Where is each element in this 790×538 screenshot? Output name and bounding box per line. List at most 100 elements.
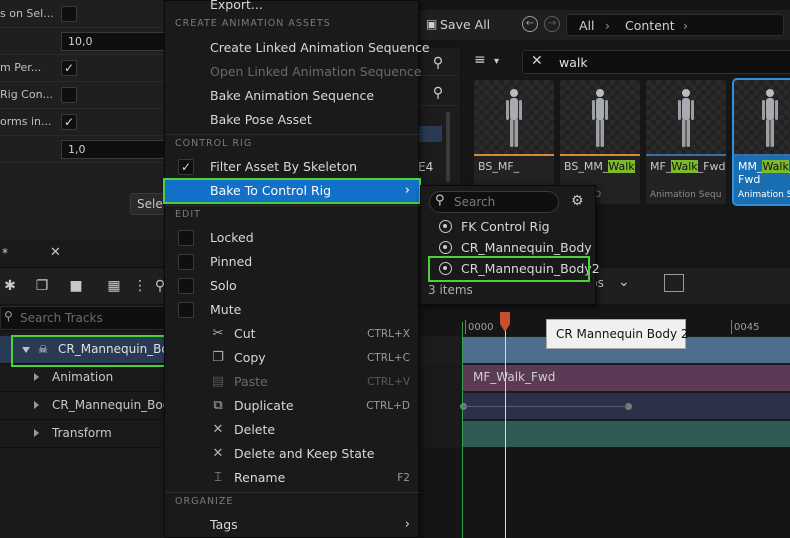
menu-item-solo[interactable]: Solo <box>165 274 420 298</box>
asset-type-bar <box>646 154 726 156</box>
menu-item-rename[interactable]: ⌶ Rename F2 <box>165 466 420 490</box>
menu-item-copy[interactable]: ❐ Copy CTRL+C <box>165 346 420 370</box>
submenu-search-input[interactable] <box>454 194 554 210</box>
start-marker-line <box>462 322 463 538</box>
menu-item-bake-to-control-rig[interactable]: Bake To Control Rig › <box>165 179 420 203</box>
details-checkbox[interactable] <box>61 6 77 22</box>
filter-bar: ≡ ▾ ✕ walk <box>470 50 790 74</box>
clapper-icon[interactable]: ▦ <box>104 277 124 295</box>
track-row-animation[interactable]: Animation <box>0 364 165 392</box>
shortcut-label: F2 <box>397 472 410 484</box>
submenu-item-cr-mannequin-body2[interactable]: CR_Mannequin_Body2 <box>429 259 600 279</box>
camera-icon[interactable]: ■ <box>66 277 86 295</box>
back-icon[interactable]: ← <box>522 16 538 32</box>
context-menu: Export... CREATE ANIMATION ASSETS Create… <box>164 0 430 538</box>
menu-item-locked[interactable]: Locked <box>165 226 420 250</box>
filter-icon[interactable]: ≡ <box>474 52 486 68</box>
expand-arrow-icon[interactable] <box>34 429 39 437</box>
gear-icon[interactable]: ⚙ <box>571 193 584 209</box>
asset-name: MM_Walk_Fwd <box>738 160 790 186</box>
menu-item-create-linked-anim-seq[interactable]: Create Linked Animation Sequence <box>165 36 430 60</box>
tick-label: 0045 <box>730 320 760 334</box>
control-rig-keys-section[interactable] <box>460 393 790 419</box>
add-track-icon[interactable]: ✱ <box>0 277 20 295</box>
control-rig-submenu: ⚲ ⚙ FK Control Rig CR_Mannequin_Body CR_… <box>420 185 600 305</box>
expand-arrow-icon[interactable] <box>34 401 39 409</box>
browse-folder-icon[interactable]: ❐ <box>32 277 52 295</box>
asset-search-input[interactable]: ✕ walk <box>522 50 790 74</box>
search-tracks-input[interactable]: ⚲ Search Tracks <box>0 306 165 330</box>
menu-item-bake-anim-seq[interactable]: Bake Animation Sequence <box>165 84 420 108</box>
asset-tile-selected[interactable]: MM_Walk_Fwd Animation Se <box>732 78 790 206</box>
submenu-item-fk-control-rig[interactable]: FK Control Rig <box>429 217 593 237</box>
details-row-label: s on Sel... <box>0 7 54 20</box>
search-icon[interactable]: ⚲ <box>418 80 458 106</box>
menu-item-pinned[interactable]: Pinned <box>165 250 420 274</box>
track-row-cr-mannequin-body[interactable]: ☠ CR_Mannequin_Bod <box>0 336 176 364</box>
asset-name: BS_MM_Walk <box>564 160 635 173</box>
details-row-label: Rig Con... <box>0 88 54 101</box>
timeline-lane-transform[interactable] <box>418 420 790 448</box>
shortcut-label: CTRL+X <box>367 328 410 340</box>
save-all-button[interactable]: Save All <box>440 17 490 32</box>
asset-search-value: walk <box>559 55 588 70</box>
details-checkbox[interactable] <box>61 87 77 103</box>
clear-icon[interactable]: ✕ <box>531 53 543 69</box>
menu-item-cut[interactable]: ✂ Cut CTRL+X <box>165 322 420 346</box>
details-checkbox[interactable]: ✓ <box>61 60 77 76</box>
menu-item-filter-by-skeleton[interactable]: ✓ Filter Asset By Skeleton <box>165 155 420 179</box>
mannequin-icon <box>678 89 694 147</box>
timeline-lane-control-rig-sub[interactable] <box>418 392 790 420</box>
details-row-label: m Per... <box>0 61 42 74</box>
transform-section[interactable] <box>463 421 790 447</box>
animation-section[interactable]: MF_Walk_Fwd <box>463 365 790 391</box>
menu-item-mute[interactable]: Mute <box>165 298 420 322</box>
track-name: Transform <box>52 426 112 440</box>
chevron-down-icon[interactable]: ⌄ <box>618 274 630 290</box>
menu-item-bake-pose-asset[interactable]: Bake Pose Asset <box>165 108 420 132</box>
submenu-search[interactable]: ⚲ <box>429 191 559 213</box>
track-row-cr-mannequin-body-sub[interactable]: CR_Mannequin_Body <box>0 392 177 420</box>
collapse-arrow-icon[interactable] <box>22 347 30 353</box>
details-number-field[interactable]: 1,0 <box>61 140 171 159</box>
details-row: Rig Con... <box>0 82 165 109</box>
search-icon: ⚲ <box>435 193 445 208</box>
menu-item-delete[interactable]: ✕ Delete <box>165 418 420 442</box>
curve-editor-icon[interactable] <box>664 274 684 292</box>
menu-item-export[interactable]: Export... <box>165 0 420 17</box>
shortcut-label: CTRL+V <box>367 376 410 388</box>
sequencer-toolbar: ✱ ❐ ■ ▦ ⋮ ⚲ <box>0 268 165 304</box>
timeline-lane-animation[interactable]: MF_Walk_Fwd <box>418 364 790 392</box>
submenu-arrow-icon: › <box>404 183 410 198</box>
menu-item-delete-keep-state[interactable]: ✕ Delete and Keep State <box>165 442 420 466</box>
asset-tile[interactable]: MF_Walk_Fwd Animation Sequ <box>646 80 726 204</box>
mannequin-icon <box>762 89 778 147</box>
chevron-down-icon[interactable]: ▾ <box>494 56 499 67</box>
submenu-item-cr-mannequin-body[interactable]: CR_Mannequin_Body <box>429 238 593 258</box>
mannequin-icon <box>592 89 608 147</box>
track-list: ☠ CR_Mannequin_Bod Animation CR_Mannequi… <box>0 332 177 538</box>
checkbox-icon[interactable] <box>178 254 194 270</box>
details-checkbox[interactable]: ✓ <box>61 114 77 130</box>
menu-item-label: Solo <box>210 278 237 293</box>
folder-row-selected[interactable] <box>418 126 442 142</box>
breadcrumb-item-content[interactable]: Content <box>625 18 675 33</box>
menu-item-duplicate[interactable]: ⧉ Duplicate CTRL+D <box>165 394 420 418</box>
track-row-transform[interactable]: Transform <box>0 420 165 448</box>
details-number-field[interactable]: 10,0 <box>61 32 171 51</box>
scrollbar[interactable] <box>446 112 450 182</box>
checkbox-icon[interactable] <box>178 302 194 318</box>
checkbox-icon[interactable] <box>178 278 194 294</box>
forward-icon[interactable]: → <box>544 16 560 32</box>
checkbox-checked-icon[interactable]: ✓ <box>178 159 194 175</box>
more-options-icon[interactable]: ⋮ <box>130 277 150 295</box>
menu-item-open-linked-anim-seq[interactable]: Open Linked Animation Sequence <box>165 60 421 84</box>
checkbox-icon[interactable] <box>178 230 194 246</box>
close-icon[interactable]: ✕ <box>50 245 61 260</box>
menu-item-paste[interactable]: ▤ Paste CTRL+V <box>165 370 420 394</box>
details-row: m Per... ✓ <box>0 55 165 82</box>
sequencer-tab[interactable]: * ✕ <box>0 240 165 268</box>
menu-item-tags[interactable]: Tags › <box>165 513 420 537</box>
expand-arrow-icon[interactable] <box>34 373 39 381</box>
breadcrumb-item-all[interactable]: All <box>579 18 595 33</box>
